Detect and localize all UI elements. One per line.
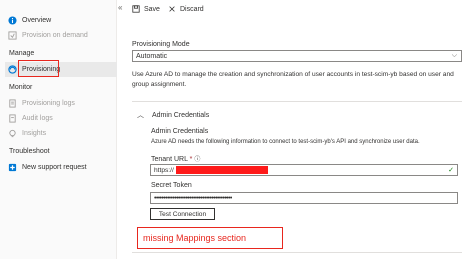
discard-label: Discard	[179, 5, 204, 13]
sidebar-item-provision-on-demand[interactable]: Provision on demand	[8, 28, 88, 42]
sidebar-item-overview[interactable]: Overview	[8, 13, 51, 27]
chevron-down-icon: ⌵	[451, 52, 457, 59]
redacted-url-block	[175, 166, 268, 174]
admin-credentials-heading: Admin Credentials	[151, 128, 209, 135]
section-title-manage: Manage	[9, 50, 35, 57]
logs-icon	[8, 98, 17, 108]
provisioning-mode-label: Provisioning Mode	[132, 41, 190, 48]
sidebar-item-insights[interactable]: Insights	[8, 126, 46, 140]
required-marker: *	[189, 156, 193, 163]
info-circle-icon: ⓘ	[194, 157, 201, 163]
section-title: Admin Credentials	[152, 111, 210, 119]
sidebar-item-label: Overview	[22, 16, 52, 24]
chevron-up-icon: ︿	[137, 112, 144, 119]
sidebar-item-label: Insights	[22, 129, 47, 137]
section-title-troubleshoot: Troubleshoot	[9, 148, 50, 155]
sidebar-item-provisioning-logs[interactable]: Provisioning logs	[8, 96, 75, 110]
provisioning-highlight-box	[18, 60, 59, 77]
secret-token-value: ••••••••••••••••••••••••••••••••••••••••…	[154, 194, 232, 202]
save-label: Save	[144, 5, 160, 13]
save-button[interactable]: Save	[132, 5, 160, 13]
secret-token-input[interactable]: ••••••••••••••••••••••••••••••••••••••••…	[150, 192, 458, 204]
admin-credentials-description: Azure AD needs the following information…	[151, 139, 420, 145]
test-connection-button[interactable]: Test Connection	[150, 208, 215, 220]
sidebar-item-label: Provisioning logs	[22, 99, 75, 107]
tenant-url-input[interactable]: https:// ✓	[150, 164, 458, 176]
missing-mappings-annotation: missing Mappings section	[137, 227, 283, 249]
sidebar-item-label: Audit logs	[22, 114, 53, 122]
admin-credentials-section-header[interactable]: ︿ Admin Credentials	[137, 110, 209, 120]
tenant-url-value: https://	[154, 166, 174, 174]
provisioning-icon	[8, 64, 17, 74]
sidebar-item-new-support-request[interactable]: New support request	[8, 160, 87, 174]
discard-button[interactable]: Discard	[168, 5, 204, 13]
support-icon	[8, 163, 17, 172]
info-icon	[8, 15, 17, 25]
tenant-url-label: Tenant URL * ⓘ	[151, 154, 200, 163]
tenant-url-label-text: Tenant URL	[151, 156, 188, 163]
collapse-sidebar-button[interactable]: «	[118, 3, 122, 12]
divider	[132, 252, 462, 253]
secret-token-label: Secret Token	[151, 182, 192, 189]
sidebar-item-audit-logs[interactable]: Audit logs	[8, 111, 53, 125]
divider	[132, 101, 462, 102]
audit-icon	[8, 113, 17, 123]
close-icon	[169, 6, 175, 12]
save-icon	[132, 5, 140, 13]
sidebar-item-label: New support request	[22, 163, 87, 171]
provision-icon	[8, 30, 17, 40]
insights-icon	[8, 129, 17, 138]
section-title-monitor: Monitor	[9, 84, 33, 91]
provisioning-mode-value: Automatic	[136, 52, 168, 60]
provisioning-description: Use Azure AD to manage the creation and …	[132, 71, 454, 88]
provisioning-mode-select[interactable]: Automatic ⌵	[132, 50, 462, 62]
command-bar: Save Discard	[132, 5, 212, 13]
sidebar-item-label: Provision on demand	[22, 31, 88, 39]
checkmark-icon: ✓	[448, 167, 454, 174]
